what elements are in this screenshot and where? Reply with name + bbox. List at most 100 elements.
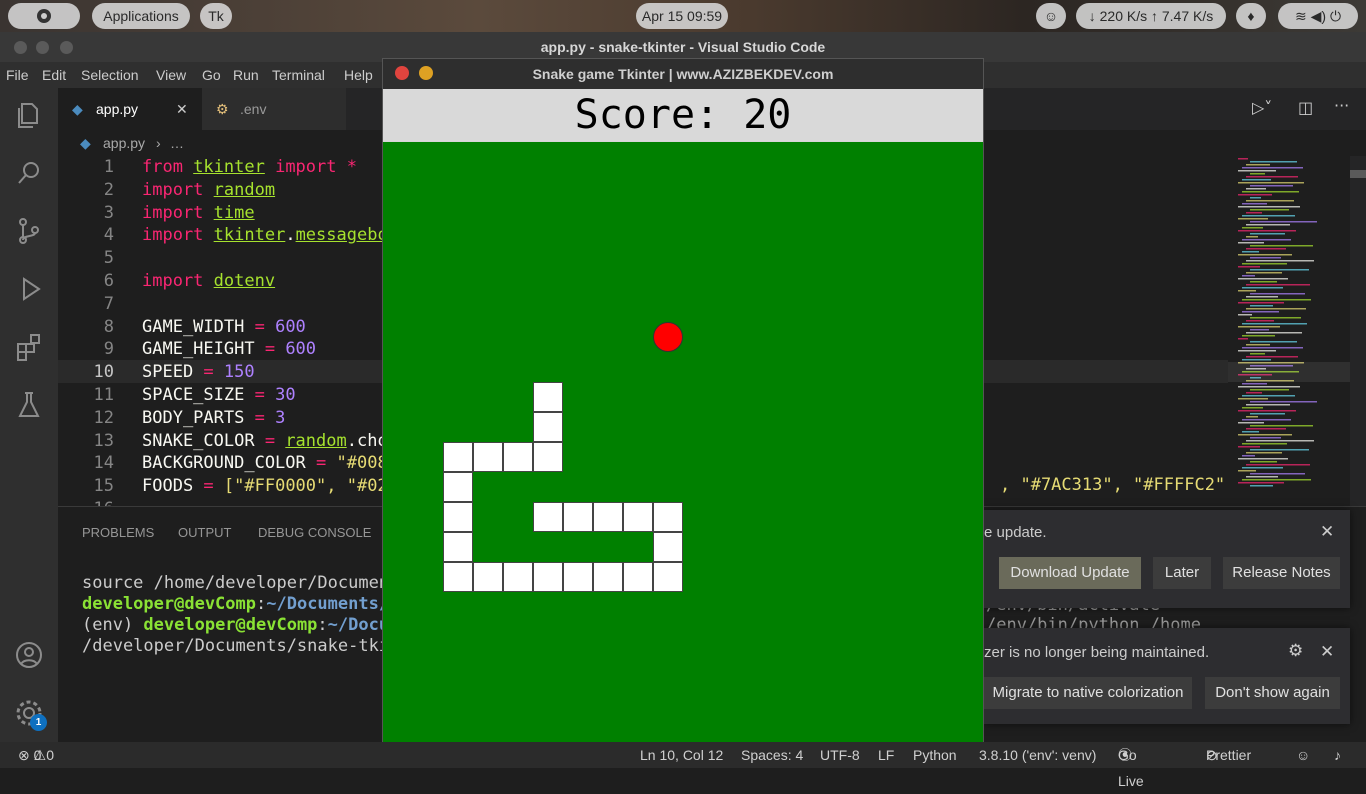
menu-edit[interactable]: Edit: [42, 67, 66, 83]
minimap-line: [1238, 314, 1252, 316]
minimap-line: [1246, 212, 1262, 214]
code-token: FOODS: [142, 476, 204, 497]
minimap-line: [1250, 185, 1293, 187]
minimap-line: [1238, 182, 1304, 184]
migrate-colorization-button[interactable]: Migrate to native colorization: [984, 677, 1192, 709]
tab-env[interactable]: ⚙ .env: [202, 88, 346, 130]
encoding[interactable]: UTF-8: [820, 742, 860, 768]
minimap-line: [1250, 281, 1277, 283]
menu-terminal[interactable]: Terminal: [272, 67, 325, 83]
end-of-line[interactable]: LF: [878, 742, 894, 768]
editor-scrollbar[interactable]: [1350, 156, 1366, 506]
cursor-position[interactable]: Ln 10, Col 12: [640, 742, 723, 768]
dont-show-again-button[interactable]: Don't show again: [1205, 677, 1340, 709]
snake-segment: [443, 502, 473, 532]
close-notification-icon[interactable]: ✕: [1320, 522, 1334, 542]
applications-menu[interactable]: Applications: [92, 3, 190, 29]
breadcrumb-file[interactable]: app.py: [103, 130, 145, 156]
minimap-line: [1242, 179, 1271, 181]
code-token: tkinter: [193, 157, 265, 177]
system-tray[interactable]: ≋ ◀) ⏻: [1278, 3, 1358, 29]
code-token: =: [264, 339, 286, 360]
score-label: Score: 20: [383, 89, 983, 141]
menu-help[interactable]: Help: [344, 67, 373, 83]
tab-problems[interactable]: PROBLEMS: [82, 525, 154, 540]
split-editor-icon[interactable]: ◫: [1298, 98, 1313, 117]
snake-segment: [623, 502, 653, 532]
download-update-button[interactable]: Download Update: [999, 557, 1141, 589]
minimap-line: [1242, 347, 1303, 349]
run-debug-icon[interactable]: [14, 274, 44, 304]
snake-segment: [653, 562, 683, 592]
tab-app-py[interactable]: ◆ app.py ✕: [58, 88, 202, 130]
code-token: from: [142, 157, 194, 177]
code-token: =: [203, 362, 224, 383]
feedback-icon[interactable]: ☺: [1296, 742, 1310, 768]
minimap-line: [1250, 437, 1281, 439]
menu-selection[interactable]: Selection: [81, 67, 139, 83]
minimap-line: [1242, 275, 1255, 277]
line-number: 5: [103, 248, 114, 269]
network-speed-indicator[interactable]: ↓ 220 K/s ↑ 7.47 K/s: [1076, 3, 1226, 29]
minimap-line: [1250, 353, 1265, 355]
later-button[interactable]: Later: [1153, 557, 1211, 589]
release-notes-button[interactable]: Release Notes: [1223, 557, 1340, 589]
line-number: 2: [103, 179, 114, 200]
close-tab-icon[interactable]: ✕: [176, 88, 188, 130]
problems-indicator[interactable]: ⊗ 0 ⚠ 0: [18, 742, 54, 768]
minimap-line: [1238, 470, 1256, 472]
explorer-icon[interactable]: [14, 100, 44, 130]
account-icon[interactable]: [14, 640, 44, 670]
python-interpreter[interactable]: 3.8.10 ('env': venv): [979, 742, 1096, 768]
minimap-line: [1246, 296, 1278, 298]
minimap-line: [1238, 458, 1288, 460]
extensions-icon[interactable]: [14, 332, 44, 362]
language-mode[interactable]: Python: [913, 742, 957, 768]
minimap-line: [1238, 398, 1268, 400]
notification-icon[interactable]: ♦: [1236, 3, 1266, 29]
code-token: =: [264, 430, 286, 451]
search-icon[interactable]: [14, 158, 44, 188]
minimap-line: [1250, 425, 1313, 427]
menu-go[interactable]: Go: [202, 67, 221, 83]
game-minimize-button[interactable]: [419, 66, 433, 80]
minimize-window-button[interactable]: [36, 41, 49, 54]
code-line: import tkinter.messagebox: [142, 225, 398, 245]
minimap-line: [1238, 194, 1272, 196]
close-window-button[interactable]: [14, 41, 27, 54]
tab-output[interactable]: OUTPUT: [178, 525, 231, 540]
code-token: GAME_WIDTH: [142, 316, 255, 337]
more-actions-icon[interactable]: ···: [1334, 96, 1349, 115]
game-board[interactable]: [383, 142, 983, 742]
menu-file[interactable]: File: [6, 67, 29, 83]
run-file-icon[interactable]: ▷˅: [1252, 98, 1272, 117]
indentation[interactable]: Spaces: 4: [741, 742, 803, 768]
activities-button[interactable]: [8, 3, 80, 29]
minimap-line: [1246, 176, 1298, 178]
snake-segment: [473, 442, 503, 472]
tab-debug-console[interactable]: DEBUG CONSOLE: [258, 525, 371, 540]
gear-icon[interactable]: ⚙: [1288, 641, 1303, 661]
minimap-line: [1246, 332, 1302, 334]
breadcrumb-rest[interactable]: …: [170, 130, 184, 156]
code-token: =: [254, 316, 276, 337]
maximize-window-button[interactable]: [60, 41, 73, 54]
testing-icon[interactable]: [14, 390, 44, 420]
notifications-bell-icon[interactable]: ♪: [1334, 742, 1341, 768]
close-notification-icon[interactable]: ✕: [1320, 642, 1334, 662]
code-line: import time: [142, 203, 255, 223]
minimap-line: [1250, 449, 1309, 451]
minimap[interactable]: [1228, 156, 1350, 506]
menu-view[interactable]: View: [156, 67, 186, 83]
menu-run[interactable]: Run: [233, 67, 259, 83]
clock[interactable]: Apr 15 09:59: [636, 3, 728, 29]
tk-app-menu[interactable]: Tk: [200, 3, 232, 29]
minimap-line: [1242, 431, 1259, 433]
line-number: 10: [93, 362, 114, 383]
game-close-button[interactable]: [395, 66, 409, 80]
source-control-icon[interactable]: [14, 216, 44, 246]
code-token: import: [142, 179, 214, 200]
game-title-bar: Snake game Tkinter | www.AZIZBEKDEV.com: [383, 59, 983, 89]
code-line: FOODS = ["#FF0000", "#02: [142, 476, 388, 496]
indicator-icon[interactable]: ☺: [1036, 3, 1066, 29]
